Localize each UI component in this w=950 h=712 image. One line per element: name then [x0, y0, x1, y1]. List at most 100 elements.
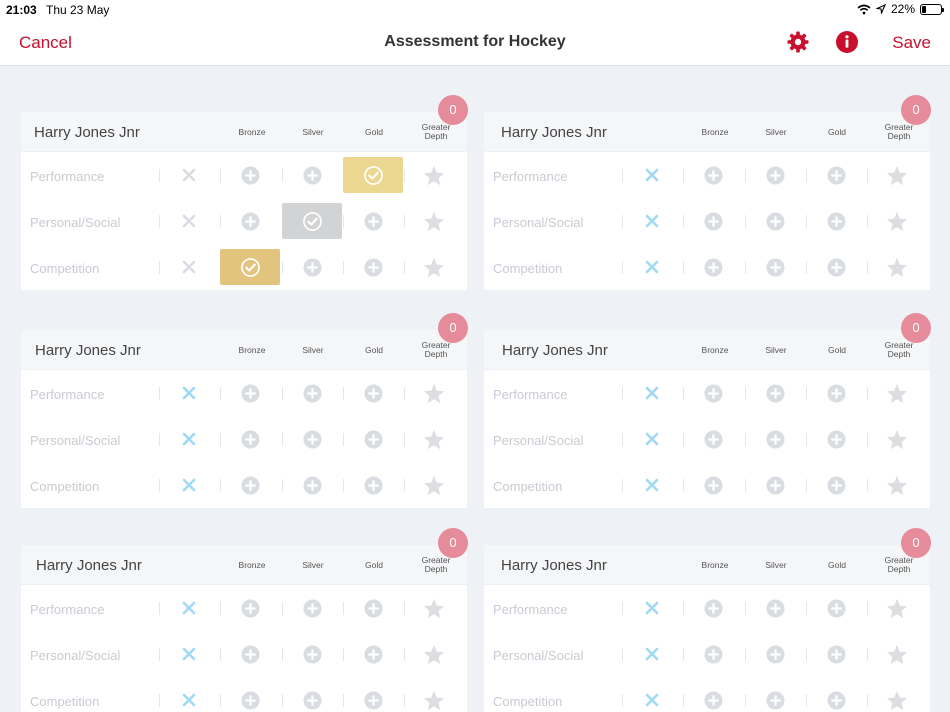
silver-level-button[interactable] [745, 375, 805, 411]
cancel-button[interactable]: Cancel [19, 33, 72, 53]
bronze-level-button[interactable] [220, 636, 280, 672]
gold-level-button[interactable] [343, 682, 403, 712]
not-assessed-button[interactable] [159, 467, 219, 503]
gold-level-button[interactable] [806, 682, 866, 712]
silver-level-button[interactable] [282, 375, 342, 411]
not-assessed-button[interactable] [622, 636, 682, 672]
not-assessed-button[interactable] [622, 203, 682, 239]
not-assessed-button[interactable] [159, 375, 219, 411]
gold-level-button[interactable] [343, 421, 403, 457]
greater-depth-button[interactable] [867, 467, 927, 503]
not-assessed-button[interactable] [622, 467, 682, 503]
greater-depth-button[interactable] [867, 682, 927, 712]
not-assessed-button[interactable] [159, 249, 219, 285]
score-badge[interactable]: 0 [901, 528, 931, 558]
gold-level-button[interactable] [343, 203, 403, 239]
silver-level-button[interactable] [745, 590, 805, 626]
bronze-level-button[interactable] [683, 421, 743, 457]
greater-depth-button[interactable] [404, 682, 464, 712]
bronze-level-button[interactable] [220, 682, 280, 712]
silver-level-button[interactable] [282, 636, 342, 672]
gold-level-button[interactable] [806, 421, 866, 457]
bronze-level-button[interactable] [683, 467, 743, 503]
not-assessed-button[interactable] [159, 590, 219, 626]
gold-level-button[interactable] [343, 157, 403, 193]
greater-depth-button[interactable] [867, 636, 927, 672]
not-assessed-button[interactable] [159, 203, 219, 239]
score-badge[interactable]: 0 [438, 528, 468, 558]
gold-level-button[interactable] [343, 590, 403, 626]
silver-level-button[interactable] [745, 157, 805, 193]
silver-level-button[interactable] [282, 467, 342, 503]
not-assessed-button[interactable] [622, 249, 682, 285]
gold-level-button[interactable] [806, 636, 866, 672]
not-assessed-button[interactable] [159, 421, 219, 457]
gold-level-button[interactable] [806, 203, 866, 239]
bronze-level-button[interactable] [220, 467, 280, 503]
greater-depth-button[interactable] [404, 590, 464, 626]
not-assessed-button[interactable] [622, 590, 682, 626]
not-assessed-button[interactable] [159, 157, 219, 193]
not-assessed-button[interactable] [622, 421, 682, 457]
bronze-level-button[interactable] [683, 636, 743, 672]
silver-level-button[interactable] [282, 682, 342, 712]
bronze-level-button[interactable] [220, 249, 280, 285]
not-assessed-button[interactable] [159, 636, 219, 672]
greater-depth-button[interactable] [867, 249, 927, 285]
silver-level-button[interactable] [745, 249, 805, 285]
silver-level-button[interactable] [282, 590, 342, 626]
gold-level-button[interactable] [806, 590, 866, 626]
not-assessed-button[interactable] [622, 682, 682, 712]
bronze-level-button[interactable] [683, 682, 743, 712]
gold-level-button[interactable] [806, 249, 866, 285]
bronze-level-button[interactable] [683, 157, 743, 193]
not-assessed-button[interactable] [622, 375, 682, 411]
gold-level-button[interactable] [806, 467, 866, 503]
gear-icon[interactable] [786, 30, 810, 54]
gold-level-button[interactable] [343, 467, 403, 503]
gold-level-button[interactable] [806, 157, 866, 193]
score-badge[interactable]: 0 [901, 313, 931, 343]
silver-level-button[interactable] [745, 421, 805, 457]
info-icon[interactable] [835, 30, 859, 54]
gold-level-button[interactable] [806, 375, 866, 411]
greater-depth-button[interactable] [867, 203, 927, 239]
greater-depth-button[interactable] [404, 375, 464, 411]
bronze-level-button[interactable] [683, 203, 743, 239]
greater-depth-button[interactable] [867, 375, 927, 411]
greater-depth-button[interactable] [404, 636, 464, 672]
silver-level-button[interactable] [745, 636, 805, 672]
bronze-level-button[interactable] [220, 375, 280, 411]
silver-level-button[interactable] [282, 421, 342, 457]
bronze-level-button[interactable] [220, 157, 280, 193]
silver-level-button[interactable] [282, 157, 342, 193]
gold-level-button[interactable] [343, 636, 403, 672]
silver-level-button[interactable] [282, 249, 342, 285]
gold-level-button[interactable] [343, 249, 403, 285]
bronze-level-button[interactable] [220, 421, 280, 457]
bronze-level-button[interactable] [683, 590, 743, 626]
not-assessed-button[interactable] [622, 157, 682, 193]
score-badge[interactable]: 0 [438, 95, 468, 125]
greater-depth-button[interactable] [404, 249, 464, 285]
greater-depth-button[interactable] [404, 157, 464, 193]
bronze-level-button[interactable] [683, 375, 743, 411]
bronze-level-button[interactable] [220, 203, 280, 239]
silver-level-button[interactable] [282, 203, 342, 239]
silver-level-button[interactable] [745, 682, 805, 712]
bronze-level-button[interactable] [220, 590, 280, 626]
score-badge[interactable]: 0 [901, 95, 931, 125]
save-button[interactable]: Save [892, 33, 931, 53]
greater-depth-button[interactable] [867, 421, 927, 457]
gold-level-button[interactable] [343, 375, 403, 411]
silver-level-button[interactable] [745, 467, 805, 503]
bronze-level-button[interactable] [683, 249, 743, 285]
greater-depth-button[interactable] [404, 421, 464, 457]
silver-level-button[interactable] [745, 203, 805, 239]
greater-depth-button[interactable] [867, 157, 927, 193]
score-badge[interactable]: 0 [438, 313, 468, 343]
greater-depth-button[interactable] [404, 467, 464, 503]
greater-depth-button[interactable] [404, 203, 464, 239]
not-assessed-button[interactable] [159, 682, 219, 712]
greater-depth-button[interactable] [867, 590, 927, 626]
